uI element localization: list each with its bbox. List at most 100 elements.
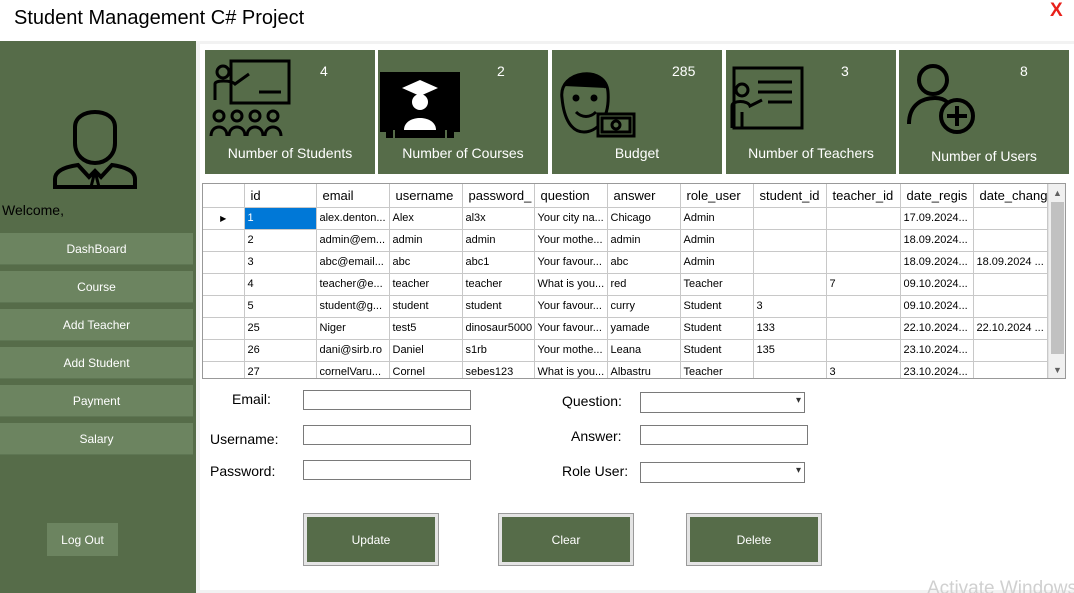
role-user-select[interactable]: ▾ [640,462,805,483]
grid-cell[interactable]: al3x [462,207,535,230]
grid-cell[interactable]: Cornel [389,361,463,378]
column-header-password-[interactable]: password_ [462,184,535,208]
grid-cell[interactable]: What is you... [534,273,608,296]
table-row[interactable]: 26 dani@sirb.ro Daniel s1rb Your mothe... Lea… [203,339,1049,362]
table-row[interactable]: 5 student@g... student student Your favour..… [203,295,1049,318]
grid-cell[interactable]: Chicago [607,207,681,230]
grid-cell[interactable] [973,229,1049,252]
users-data-grid[interactable]: id email username password_ question answer ro… [202,183,1066,379]
nav-add-teacher-button[interactable]: Add Teacher [0,309,193,341]
grid-cell[interactable]: 3 [244,251,317,274]
grid-cell[interactable]: 25 [244,317,317,340]
grid-cell[interactable]: teacher [389,273,463,296]
scroll-down-icon[interactable]: ▼ [1049,361,1066,378]
grid-cell[interactable]: abc@email... [316,251,390,274]
grid-cell[interactable]: Your favour... [534,295,608,318]
nav-add-student-button[interactable]: Add Student [0,347,193,379]
grid-cell[interactable] [973,207,1049,230]
table-row[interactable]: 27 cornelVaru... Cornel sebes123 What is you… [203,361,1049,378]
grid-cell[interactable]: alex.denton... [316,207,390,230]
column-header-student-id[interactable]: student_id [753,184,827,208]
grid-cell[interactable]: abc [389,251,463,274]
grid-cell[interactable]: red [607,273,681,296]
nav-salary-button[interactable]: Salary [0,423,193,455]
grid-cell[interactable]: 26 [244,339,317,362]
grid-cell[interactable]: Teacher [680,361,754,378]
grid-cell[interactable]: student [462,295,535,318]
grid-cell[interactable]: 7 [826,273,901,296]
table-row[interactable]: ▶ 1 alex.denton... Alex al3x Your city na... C… [203,207,1049,230]
grid-cell[interactable]: Student [680,295,754,318]
grid-cell[interactable]: 1 [244,207,317,230]
grid-cell[interactable] [973,339,1049,362]
close-button[interactable]: X [1050,0,1063,22]
grid-cell[interactable]: Admin [680,251,754,274]
row-header[interactable] [203,229,245,252]
grid-cell[interactable] [753,207,827,230]
grid-cell[interactable]: Your city na... [534,207,608,230]
grid-cell[interactable]: Daniel [389,339,463,362]
table-row[interactable]: 25 Niger test5 dinosaur5000 Your favour... ya… [203,317,1049,340]
grid-cell[interactable]: 18.09.2024... [900,229,974,252]
grid-cell[interactable]: 5 [244,295,317,318]
nav-payment-button[interactable]: Payment [0,385,193,417]
grid-cell[interactable] [973,361,1049,378]
grid-cell[interactable]: admin@em... [316,229,390,252]
grid-cell[interactable]: Your favour... [534,251,608,274]
grid-cell[interactable]: 23.10.2024... [900,339,974,362]
grid-cell[interactable]: student [389,295,463,318]
row-header[interactable] [203,273,245,296]
grid-cell[interactable]: 2 [244,229,317,252]
grid-cell[interactable] [753,229,827,252]
grid-cell[interactable]: student@g... [316,295,390,318]
grid-cell[interactable] [826,229,901,252]
grid-cell[interactable]: abc1 [462,251,535,274]
grid-cell[interactable]: 23.10.2024... [900,361,974,378]
grid-cell[interactable]: 17.09.2024... [900,207,974,230]
table-row[interactable]: 3 abc@email... abc abc1 Your favour... abc Adm… [203,251,1049,274]
password-field[interactable] [303,460,471,480]
grid-cell[interactable]: 3 [753,295,827,318]
column-header-teacher-id[interactable]: teacher_id [826,184,901,208]
grid-cell[interactable]: Your mothe... [534,339,608,362]
table-row[interactable]: 2 admin@em... admin admin Your mothe... admin… [203,229,1049,252]
grid-cell[interactable]: cornelVaru... [316,361,390,378]
question-select[interactable]: ▾ [640,392,805,413]
column-header-date-chang[interactable]: date_chang [973,184,1049,208]
table-row[interactable]: 4 teacher@e... teacher teacher What is you..… [203,273,1049,296]
row-header[interactable]: ▶ [203,207,245,230]
row-header[interactable] [203,361,245,378]
row-header[interactable] [203,339,245,362]
grid-cell[interactable]: Your favour... [534,317,608,340]
grid-cell[interactable]: Alex [389,207,463,230]
grid-cell[interactable]: test5 [389,317,463,340]
column-header-email[interactable]: email [316,184,390,208]
grid-cell[interactable]: dani@sirb.ro [316,339,390,362]
grid-cell[interactable] [973,295,1049,318]
grid-cell[interactable] [826,295,901,318]
nav-dashboard-button[interactable]: DashBoard [0,233,193,265]
grid-cell[interactable] [826,207,901,230]
scroll-thumb[interactable] [1051,202,1064,354]
grid-cell[interactable]: admin [462,229,535,252]
grid-cell[interactable]: 133 [753,317,827,340]
scroll-up-icon[interactable]: ▲ [1049,184,1066,201]
grid-cell[interactable]: sebes123 [462,361,535,378]
column-header-role-user[interactable]: role_user [680,184,754,208]
grid-cell[interactable]: 09.10.2024... [900,273,974,296]
grid-cell[interactable]: curry [607,295,681,318]
nav-course-button[interactable]: Course [0,271,193,303]
answer-field[interactable] [640,425,808,445]
grid-cell[interactable]: 22.10.2024... [900,317,974,340]
grid-cell[interactable]: Niger [316,317,390,340]
grid-cell[interactable]: s1rb [462,339,535,362]
grid-cell[interactable]: Your mothe... [534,229,608,252]
grid-cell[interactable]: admin [389,229,463,252]
grid-cell[interactable]: teacher [462,273,535,296]
row-header[interactable] [203,317,245,340]
grid-cell[interactable]: admin [607,229,681,252]
grid-cell[interactable]: What is you... [534,361,608,378]
grid-cell[interactable]: Leana [607,339,681,362]
grid-cell[interactable]: 18.09.2024... [900,251,974,274]
grid-cell[interactable] [826,317,901,340]
